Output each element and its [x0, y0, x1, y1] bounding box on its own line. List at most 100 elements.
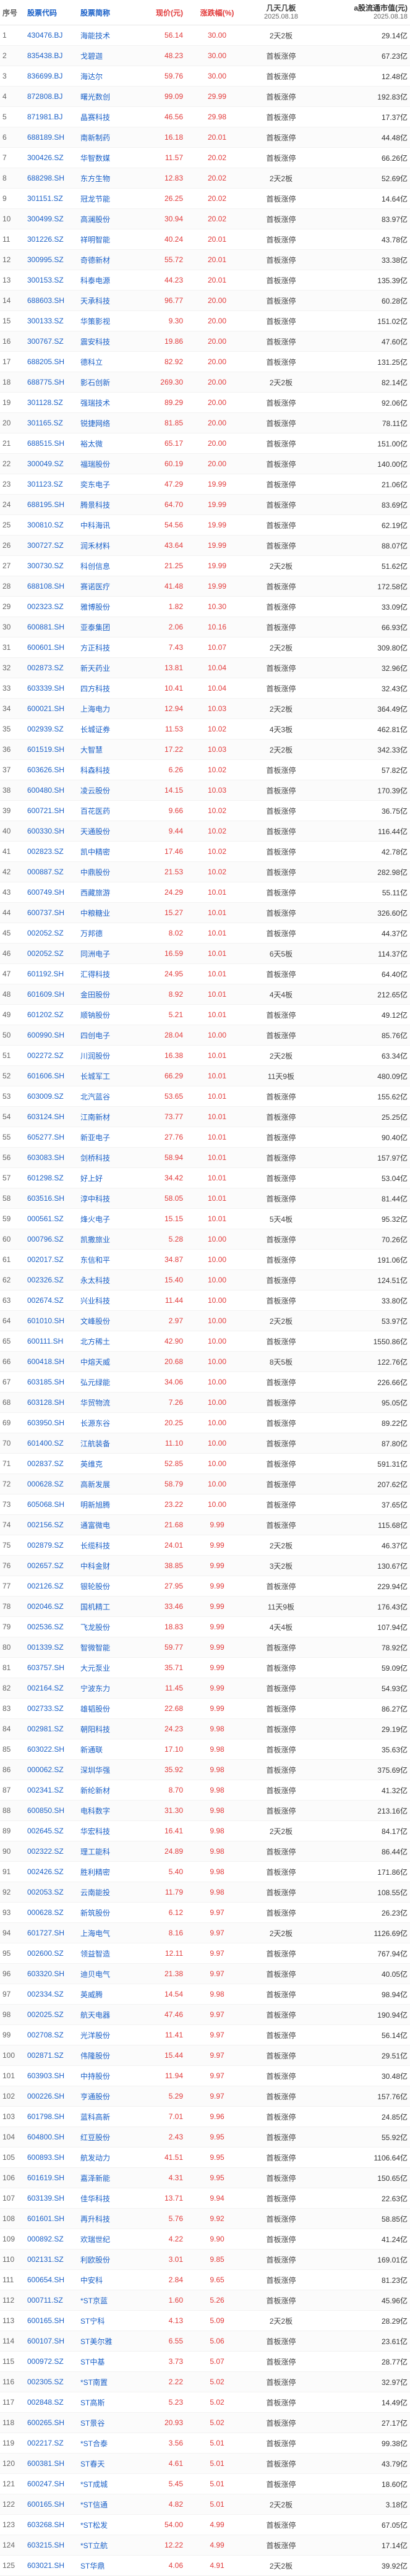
stock-code[interactable]: 002674.SZ: [25, 1296, 78, 1305]
stock-code[interactable]: 002131.SZ: [25, 2255, 78, 2264]
stock-name[interactable]: 英威腾: [78, 1989, 139, 2000]
table-row[interactable]: 96 603320.SH 迪贝电气 21.38 9.97 首板涨停 40.05亿: [0, 1964, 410, 1984]
table-row[interactable]: 100 002871.SZ 伟隆股份 15.44 9.97 首板涨停 29.51亿: [0, 2045, 410, 2066]
stock-name[interactable]: 金田股份: [78, 989, 139, 1000]
stock-code[interactable]: 688775.SH: [25, 378, 78, 386]
stock-name[interactable]: 海能技术: [78, 30, 139, 41]
stock-code[interactable]: 002052.SZ: [25, 929, 78, 937]
stock-name[interactable]: 嘉泽新能: [78, 2173, 139, 2183]
stock-name[interactable]: 长城证券: [78, 724, 139, 735]
stock-name[interactable]: 亚泰集团: [78, 622, 139, 633]
table-row[interactable]: 93 000628.SZ 新筑股份 6.12 9.97 首板涨停 26.23亿: [0, 1903, 410, 1923]
table-row[interactable]: 60 000796.SZ 凯撒旅业 5.28 10.00 首板涨停 70.26亿: [0, 1229, 410, 1250]
stock-name[interactable]: 万邦德: [78, 928, 139, 939]
table-row[interactable]: 6 688189.SH 南新制药 16.18 20.01 首板涨停 44.48亿: [0, 127, 410, 148]
stock-code[interactable]: 600021.SH: [25, 704, 78, 713]
table-row[interactable]: 90 002322.SZ 理工能科 24.89 9.98 首板涨停 86.44亿: [0, 1841, 410, 1862]
stock-name[interactable]: 兴业科技: [78, 1295, 139, 1306]
stock-name[interactable]: 中科海讯: [78, 520, 139, 531]
stock-code[interactable]: 603009.SZ: [25, 1092, 78, 1101]
table-row[interactable]: 111 600654.SH 中安科 2.84 9.65 首板涨停 81.23亿: [0, 2270, 410, 2290]
header-index[interactable]: 序号: [0, 7, 25, 18]
table-row[interactable]: 97 002334.SZ 英威腾 14.54 9.98 首板涨停 98.94亿: [0, 1984, 410, 2005]
stock-code[interactable]: 600381.SH: [25, 2459, 78, 2468]
stock-code[interactable]: 600749.SH: [25, 888, 78, 897]
stock-name[interactable]: 上海电力: [78, 704, 139, 714]
table-row[interactable]: 22 300049.SZ 福瑞股份 60.19 20.00 首板涨停 140.00亿: [0, 454, 410, 474]
stock-name[interactable]: 震安科技: [78, 336, 139, 347]
stock-name[interactable]: 强瑞技术: [78, 398, 139, 408]
table-row[interactable]: 69 603950.SH 长源东谷 20.25 10.00 首板涨停 89.22亿: [0, 1413, 410, 1433]
table-row[interactable]: 47 601192.SH 汇得科技 24.95 10.01 首板涨停 64.40亿: [0, 964, 410, 984]
table-row[interactable]: 77 002126.SZ 银轮股份 27.95 9.99 首板涨停 229.94亿: [0, 1576, 410, 1597]
stock-name[interactable]: 上海电气: [78, 1928, 139, 1938]
table-row[interactable]: 42 000887.SZ 中鼎股份 21.53 10.02 首板涨停 282.98亿: [0, 862, 410, 882]
stock-name[interactable]: 伟隆股份: [78, 2050, 139, 2061]
table-row[interactable]: 95 002600.SZ 领益智造 12.11 9.97 首板涨停 767.94亿: [0, 1943, 410, 1964]
stock-code[interactable]: 000796.SZ: [25, 1235, 78, 1243]
table-row[interactable]: 38 600480.SH 凌云股份 14.15 10.03 首板涨停 170.39亿: [0, 780, 410, 801]
stock-code[interactable]: 300049.SZ: [25, 459, 78, 468]
table-row[interactable]: 104 604800.SH 红豆股份 2.43 9.95 首板涨停 55.92亿: [0, 2127, 410, 2147]
table-row[interactable]: 101 603903.SH 中持股份 11.94 9.97 首板涨停 30.48亿: [0, 2066, 410, 2086]
stock-name[interactable]: 长源东谷: [78, 1418, 139, 1428]
stock-code[interactable]: 430476.BJ: [25, 31, 78, 40]
stock-name[interactable]: 再升科技: [78, 2214, 139, 2224]
stock-name[interactable]: 顺钠股份: [78, 1010, 139, 1020]
stock-name[interactable]: 西藏旅游: [78, 887, 139, 898]
table-row[interactable]: 2 835438.BJ 戈碧迦 48.23 30.00 首板涨停 67.23亿: [0, 46, 410, 66]
stock-name[interactable]: 北汽蓝谷: [78, 1091, 139, 1102]
stock-code[interactable]: 600107.SH: [25, 2337, 78, 2345]
stock-name[interactable]: 长缆科技: [78, 1540, 139, 1551]
stock-code[interactable]: 600480.SH: [25, 786, 78, 795]
table-row[interactable]: 49 601202.SZ 顺钠股份 5.21 10.01 首板涨停 49.12亿: [0, 1005, 410, 1025]
stock-code[interactable]: 300133.SZ: [25, 317, 78, 325]
stock-code[interactable]: 604800.SH: [25, 2133, 78, 2141]
stock-code[interactable]: 600165.SH: [25, 2500, 78, 2509]
stock-code[interactable]: 603022.SH: [25, 1745, 78, 1754]
table-row[interactable]: 125 603021.SH ST华鼎 4.06 4.91 2天2板 39.92亿: [0, 2556, 410, 2576]
stock-code[interactable]: 002126.SZ: [25, 1582, 78, 1590]
stock-name[interactable]: 中持股份: [78, 2071, 139, 2081]
stock-code[interactable]: 300995.SZ: [25, 255, 78, 264]
stock-name[interactable]: 四创电子: [78, 1030, 139, 1041]
stock-name[interactable]: 川润股份: [78, 1051, 139, 1061]
stock-name[interactable]: 英维克: [78, 1459, 139, 1469]
table-row[interactable]: 57 601298.SZ 好上好 34.42 10.01 首板涨停 53.04亿: [0, 1168, 410, 1188]
table-row[interactable]: 51 002272.SZ 川润股份 16.38 10.01 2天2板 63.34亿: [0, 1046, 410, 1066]
stock-code[interactable]: 601798.SH: [25, 2112, 78, 2121]
table-row[interactable]: 94 601727.SH 上海电气 8.16 9.97 2天2板 1126.69亿: [0, 1923, 410, 1943]
table-row[interactable]: 5 871981.BJ 晶赛科技 46.56 29.98 首板涨停 17.37亿: [0, 107, 410, 127]
table-row[interactable]: 30 600881.SH 亚泰集团 2.06 10.16 首板涨停 66.93亿: [0, 617, 410, 638]
stock-name[interactable]: 理工能科: [78, 1846, 139, 1857]
stock-code[interactable]: 600111.SH: [25, 1337, 78, 1346]
table-row[interactable]: 76 002657.SZ 中科金财 38.85 9.99 3天2板 130.67亿: [0, 1556, 410, 1576]
stock-name[interactable]: ST中基: [78, 2356, 139, 2367]
table-row[interactable]: 10 300499.SZ 高澜股份 30.94 20.02 首板涨停 83.97亿: [0, 209, 410, 229]
stock-code[interactable]: 600265.SH: [25, 2418, 78, 2427]
table-row[interactable]: 58 603516.SH 淳中科技 58.05 10.01 首板涨停 81.44亿: [0, 1188, 410, 1209]
stock-code[interactable]: 002323.SZ: [25, 602, 78, 611]
table-row[interactable]: 53 603009.SZ 北汽蓝谷 53.65 10.01 首板涨停 155.62亿: [0, 1086, 410, 1107]
table-row[interactable]: 25 300810.SZ 中科海讯 54.56 19.99 首板涨停 62.19亿: [0, 515, 410, 535]
table-row[interactable]: 102 000226.SH 亨通股份 5.29 9.97 首板涨停 157.76亿: [0, 2086, 410, 2107]
stock-code[interactable]: 002657.SZ: [25, 1561, 78, 1570]
stock-code[interactable]: 603950.SH: [25, 1418, 78, 1427]
stock-name[interactable]: 凯中精密: [78, 847, 139, 857]
stock-code[interactable]: 002341.SZ: [25, 1786, 78, 1794]
table-row[interactable]: 118 600265.SH ST景谷 20.93 5.02 首板涨停 27.17亿: [0, 2413, 410, 2433]
stock-name[interactable]: 冠龙节能: [78, 194, 139, 204]
stock-code[interactable]: 600418.SH: [25, 1357, 78, 1366]
stock-code[interactable]: 872808.BJ: [25, 92, 78, 101]
table-row[interactable]: 121 600247.SH *ST成城 5.45 5.01 首板涨停 18.60亿: [0, 2474, 410, 2494]
table-row[interactable]: 124 603215.SH *ST立航 12.22 4.99 首板涨停 17.14亿: [0, 2535, 410, 2556]
stock-name[interactable]: 欢瑞世纪: [78, 2234, 139, 2245]
stock-code[interactable]: 300767.SZ: [25, 337, 78, 346]
table-row[interactable]: 89 002645.SZ 华宏科技 16.41 9.98 2天2板 84.17亿: [0, 1821, 410, 1841]
table-row[interactable]: 46 002052.SZ 同洲电子 16.59 10.01 6天5板 114.37亿: [0, 944, 410, 964]
stock-name[interactable]: 航天电器: [78, 2010, 139, 2020]
table-row[interactable]: 24 688195.SH 腾景科技 64.70 19.99 首板涨停 83.69亿: [0, 495, 410, 515]
stock-code[interactable]: 600247.SH: [25, 2480, 78, 2488]
table-row[interactable]: 7 300426.SZ 华智数媒 11.57 20.02 首板涨停 66.26亿: [0, 148, 410, 168]
table-row[interactable]: 41 002823.SZ 凯中精密 17.46 10.02 首板涨停 42.78亿: [0, 842, 410, 862]
